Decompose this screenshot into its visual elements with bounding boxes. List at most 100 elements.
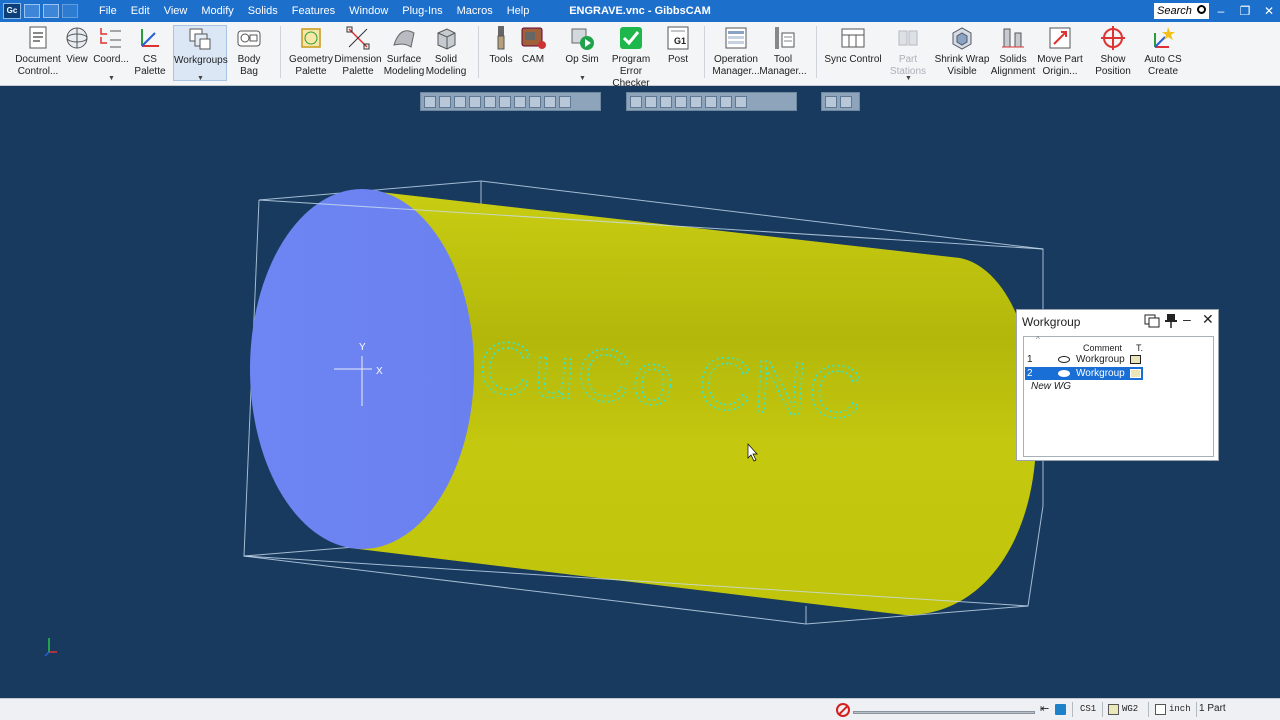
- status-wg[interactable]: WG2: [1122, 704, 1138, 714]
- geometry-palette-button[interactable]: Geometry Palette: [288, 25, 334, 78]
- dimension-palette-icon: [345, 25, 371, 51]
- body-bag-button[interactable]: Body Bag: [228, 25, 270, 78]
- workgroups-dropdown-icon[interactable]: ▼: [197, 75, 204, 82]
- menu-modify[interactable]: Modify: [194, 0, 240, 22]
- surface-modeling-button[interactable]: Surface Modeling: [382, 25, 426, 78]
- render-globe-icon[interactable]: [720, 95, 732, 108]
- menu-view[interactable]: View: [157, 0, 195, 22]
- workgroups-icon: [187, 26, 213, 52]
- gibbscam-logo-icon[interactable]: Gc: [3, 3, 21, 19]
- solid-modeling-button[interactable]: Solid Modeling: [424, 25, 468, 78]
- coord-button[interactable]: Coord...: [93, 25, 129, 66]
- view-pan-icon[interactable]: [439, 95, 451, 108]
- tool-manager-button[interactable]: Tool Manager...: [758, 25, 808, 78]
- sync-control-button[interactable]: Sync Control: [824, 25, 882, 66]
- show-position-button[interactable]: Show Position: [1084, 25, 1142, 78]
- workgroup-panel: Workgroup – ✕ ^ Comment T. 1 Workgroup 2…: [1016, 309, 1219, 461]
- view-toolbar-2: [626, 92, 797, 111]
- surface-icon: [391, 25, 417, 51]
- menu-features[interactable]: Features: [285, 0, 342, 22]
- solid-modeling-label-2: Modeling: [425, 66, 467, 77]
- surface-modeling-label-2: Modeling: [383, 66, 425, 77]
- visibility-eye-icon[interactable]: [1058, 370, 1070, 377]
- zoom-window-icon[interactable]: [825, 95, 837, 108]
- workgroup-row-1[interactable]: 1 Workgroup: [1025, 353, 1143, 366]
- status-cs[interactable]: CS1: [1080, 704, 1096, 714]
- workgroup-minimize-icon[interactable]: –: [1183, 311, 1191, 327]
- render-options-icon[interactable]: [735, 95, 747, 108]
- undo-icon[interactable]: [43, 4, 59, 18]
- render-light-icon[interactable]: [705, 95, 717, 108]
- redo-icon[interactable]: [62, 4, 78, 18]
- document-control-button[interactable]: Document Control...: [12, 25, 64, 78]
- move-part-origin-button[interactable]: Move Part Origin...: [1036, 25, 1084, 78]
- close-button[interactable]: ✕: [1257, 0, 1280, 22]
- cam-button[interactable]: CAM: [516, 25, 550, 66]
- help-icon[interactable]: [840, 95, 852, 108]
- op-sim-dropdown-icon[interactable]: ▼: [579, 75, 586, 82]
- status-units[interactable]: inch: [1169, 704, 1191, 714]
- workgroup-dock-icon[interactable]: [1144, 314, 1160, 331]
- menu-edit[interactable]: Edit: [124, 0, 157, 22]
- new-workgroup-item[interactable]: New WG: [1031, 381, 1071, 392]
- operation-manager-button[interactable]: Operation Manager...: [710, 25, 762, 78]
- minimize-button[interactable]: –: [1209, 0, 1233, 22]
- axis-palette-icon: [137, 25, 163, 51]
- tool-manager-label: Tool: [773, 54, 793, 65]
- view-front-icon[interactable]: [499, 95, 511, 108]
- quick-save-icon[interactable]: [24, 4, 40, 18]
- coord-dropdown-icon[interactable]: ▼: [108, 75, 115, 82]
- sort-caret-icon[interactable]: ^: [1036, 335, 1040, 344]
- part-stations-label: Part Stations: [889, 54, 927, 77]
- render-hidden-icon[interactable]: [660, 95, 672, 108]
- view-side-icon[interactable]: [514, 95, 526, 108]
- visibility-eye-icon[interactable]: [1058, 356, 1070, 363]
- view-toolbar-1: [420, 92, 601, 111]
- shrink-wrap-visible-button[interactable]: Shrink Wrap Visible: [934, 25, 990, 78]
- search-box[interactable]: Search: [1154, 3, 1209, 19]
- menu-plug-ins[interactable]: Plug-Ins: [395, 0, 449, 22]
- view-button[interactable]: View: [62, 25, 92, 66]
- render-wire-icon[interactable]: [645, 95, 657, 108]
- column-header-type[interactable]: T.: [1136, 343, 1143, 353]
- solids-alignment-button[interactable]: Solids Alignment: [990, 25, 1036, 78]
- view-orbit-icon[interactable]: [424, 95, 436, 108]
- menu-solids[interactable]: Solids: [241, 0, 285, 22]
- view-box-icon[interactable]: [544, 95, 556, 108]
- tools-label: Tools: [489, 54, 513, 65]
- auto-cs-create-button[interactable]: Auto CS Create: [1142, 25, 1184, 78]
- workgroup-row-2[interactable]: 2 Workgroup: [1025, 367, 1143, 380]
- menu-help[interactable]: Help: [500, 0, 537, 22]
- menu-window[interactable]: Window: [342, 0, 395, 22]
- cs-palette-button[interactable]: CS Palette: [128, 25, 172, 78]
- view-more-icon[interactable]: [559, 95, 571, 108]
- trash-icon[interactable]: [1055, 704, 1066, 715]
- view-zoom-icon[interactable]: [454, 95, 466, 108]
- render-shaded-icon[interactable]: [630, 95, 642, 108]
- view-fit-icon[interactable]: [469, 95, 481, 108]
- cam-machine-icon: [520, 25, 546, 51]
- render-section-icon[interactable]: [675, 95, 687, 108]
- part-stations-dropdown-icon[interactable]: ▼: [905, 75, 912, 82]
- program-error-checker-button[interactable]: Program Error Checker: [600, 25, 662, 90]
- column-header-comment[interactable]: Comment: [1083, 343, 1122, 353]
- tools-button[interactable]: Tools: [486, 25, 516, 66]
- dimension-palette-button[interactable]: Dimension Palette: [334, 25, 382, 78]
- view-iso-icon[interactable]: [529, 95, 541, 108]
- menu-file[interactable]: File: [92, 0, 124, 22]
- view-top-icon[interactable]: [484, 95, 496, 108]
- op-sim-button[interactable]: Op Sim: [562, 25, 602, 66]
- workgroups-button[interactable]: Workgroups: [173, 25, 228, 81]
- render-color-icon[interactable]: [690, 95, 702, 108]
- coord-label: Coord...: [93, 54, 129, 65]
- restore-button[interactable]: ❐: [1233, 0, 1257, 22]
- part-stations-button[interactable]: Part Stations: [880, 25, 936, 78]
- rewind-icon[interactable]: ⇤: [1040, 702, 1049, 716]
- post-button[interactable]: G1 Post: [664, 25, 692, 66]
- geometry-palette-icon: [298, 25, 324, 51]
- workgroup-close-icon[interactable]: ✕: [1202, 311, 1214, 328]
- menu-macros[interactable]: Macros: [450, 0, 500, 22]
- workgroup-pin-icon[interactable]: [1165, 313, 1177, 331]
- operation-list-icon: [723, 25, 749, 51]
- stop-icon[interactable]: [836, 703, 850, 717]
